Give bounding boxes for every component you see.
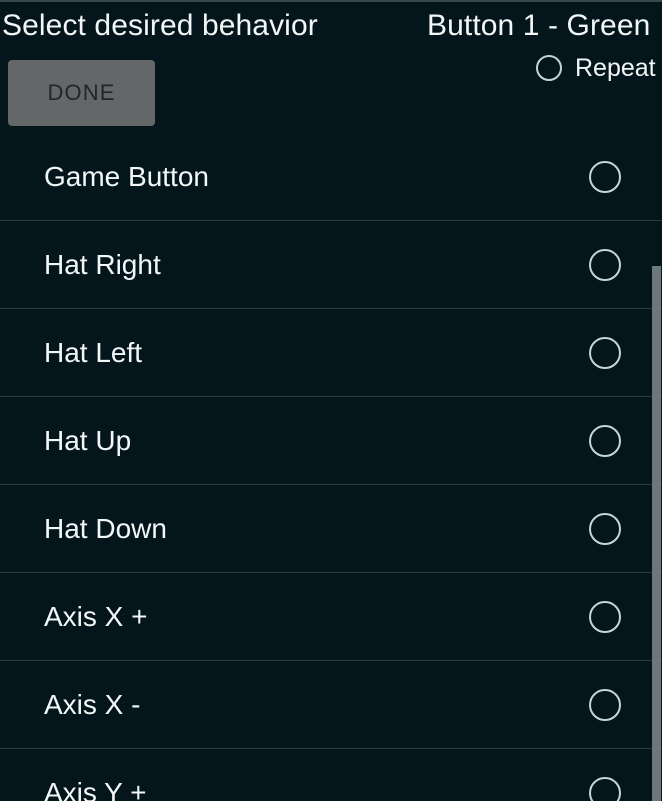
list-item-label: Axis X - bbox=[44, 688, 141, 720]
list-item[interactable]: Axis Y + bbox=[0, 749, 662, 801]
behavior-picker-screen: Select desired behavior Button 1 - Green… bbox=[0, 0, 662, 801]
radio-unchecked-icon[interactable] bbox=[589, 424, 621, 457]
list-item-label: Game Button bbox=[44, 160, 209, 192]
list-item[interactable]: Game Button bbox=[0, 133, 662, 221]
list-item[interactable]: Hat Right bbox=[0, 221, 662, 309]
radio-unchecked-icon[interactable] bbox=[589, 512, 621, 545]
list-item-label: Axis X + bbox=[44, 600, 148, 632]
list-item[interactable]: Hat Up bbox=[0, 397, 662, 485]
list-item-label: Hat Up bbox=[44, 424, 132, 456]
list-item[interactable]: Axis X + bbox=[0, 573, 662, 661]
list-item-label: Hat Down bbox=[44, 512, 167, 544]
behavior-list[interactable]: Game Button Hat Right Hat Left Hat Up Hat Do… bbox=[0, 133, 662, 801]
scrollbar-thumb[interactable] bbox=[652, 266, 661, 801]
list-item[interactable]: Hat Down bbox=[0, 485, 662, 573]
radio-unchecked-icon[interactable] bbox=[589, 600, 621, 633]
list-item[interactable]: Axis X - bbox=[0, 661, 662, 749]
screen-header: Select desired behavior Button 1 - Green… bbox=[0, 2, 662, 133]
radio-unchecked-icon[interactable] bbox=[589, 248, 621, 281]
list-item-label: Hat Right bbox=[44, 248, 161, 280]
radio-unchecked-icon[interactable] bbox=[589, 336, 621, 369]
radio-unchecked-icon[interactable] bbox=[589, 688, 621, 721]
radio-unchecked-icon[interactable] bbox=[536, 55, 562, 81]
list-item[interactable]: Hat Left bbox=[0, 309, 662, 397]
list-item-label: Hat Left bbox=[44, 336, 143, 368]
done-button[interactable]: DONE bbox=[8, 60, 155, 126]
list-item-label: Axis Y + bbox=[44, 776, 147, 801]
repeat-label: Repeat bbox=[575, 54, 656, 82]
page-title: Select desired behavior bbox=[2, 9, 318, 42]
list-scrollbar[interactable] bbox=[652, 133, 662, 801]
radio-unchecked-icon[interactable] bbox=[589, 160, 621, 193]
selected-button-label: Button 1 - Green bbox=[427, 9, 651, 42]
radio-unchecked-icon[interactable] bbox=[589, 776, 621, 801]
repeat-option[interactable]: Repeat bbox=[536, 51, 656, 85]
